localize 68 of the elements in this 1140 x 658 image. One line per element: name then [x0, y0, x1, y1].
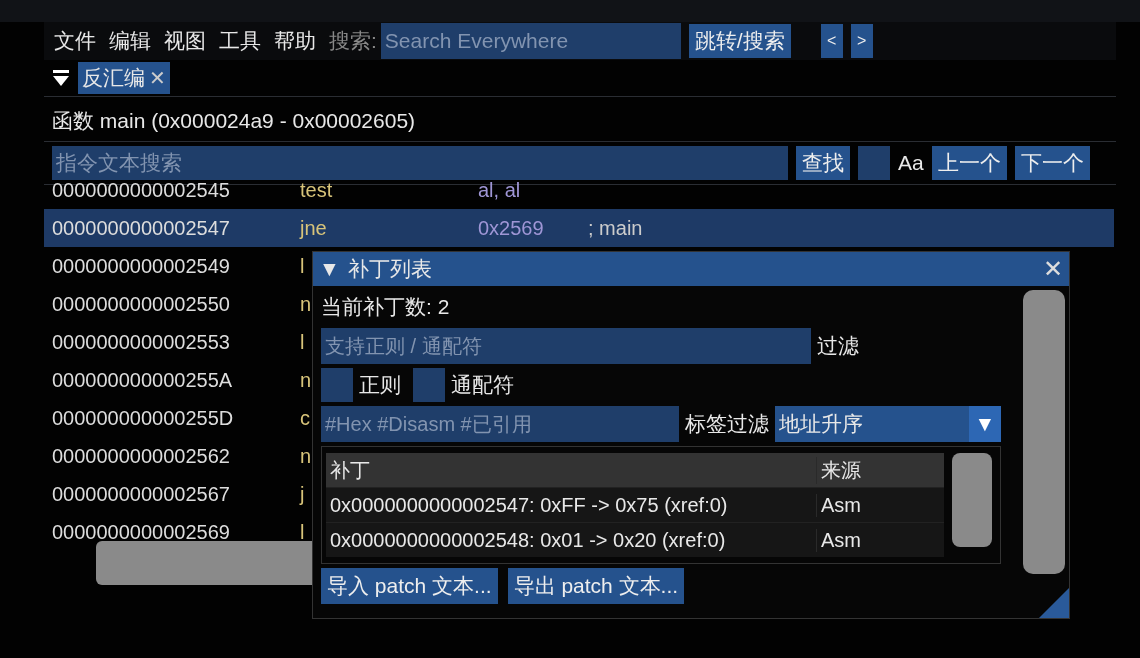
search-field[interactable]: Search Everywhere — [380, 23, 681, 59]
menu-item[interactable]: 工具 — [219, 27, 261, 55]
back-button[interactable]: < — [820, 24, 843, 58]
operand: 0x2569 — [478, 216, 545, 240]
jump-search-button[interactable]: 跳转/搜索 — [688, 24, 791, 58]
column-header: 补丁 — [329, 457, 371, 483]
tab[interactable]: 反汇编 ✕ — [78, 62, 170, 94]
collapse-icon[interactable]: ▼ — [319, 257, 340, 281]
checkbox[interactable] — [321, 368, 353, 402]
menu-item[interactable]: 编辑 — [109, 27, 151, 55]
find-button[interactable]: 查找 — [796, 146, 850, 180]
mnemonic: n — [300, 292, 312, 316]
mnemonic: j — [300, 482, 305, 506]
table-cell-text: 0x0000000000002547: 0xFF -> 0x75 (xref:0) — [329, 493, 729, 517]
table-cell-text: 0x0000000000002548: 0x01 -> 0x20 (xref:0) — [329, 528, 727, 552]
checkbox-label: 通配符 — [451, 372, 514, 398]
address: 0000000000002567 — [52, 482, 231, 506]
forward-button[interactable]: > — [850, 24, 873, 58]
dialog-title: 补丁列表 — [347, 256, 433, 282]
address: 0000000000002562 — [52, 444, 231, 468]
mnemonic: n — [300, 444, 312, 468]
address: 0000000000002553 — [52, 330, 231, 354]
address: 0000000000002550 — [52, 292, 231, 316]
menu-item[interactable]: 文件 — [54, 27, 96, 55]
sort-dropdown[interactable]: 地址升序 ▼ — [775, 406, 1001, 442]
match-case-checkbox[interactable] — [858, 146, 890, 180]
mnemonic: jne — [300, 216, 328, 240]
address: 0000000000002569 — [52, 520, 231, 541]
patch-count: 当前补丁数: 2 — [321, 294, 451, 320]
previous-button[interactable]: 上一个 — [931, 146, 1007, 180]
function-header: 函数 main (0x000024a9 - 0x00002605) — [44, 97, 1116, 142]
checkbox-label: 正则 — [359, 372, 401, 398]
filter-label: 过滤 — [817, 333, 859, 359]
resize-grip-icon[interactable] — [1039, 588, 1069, 618]
menu-item[interactable]: 视图 — [164, 27, 206, 55]
address: 0000000000002547 — [52, 216, 231, 240]
patch-text-button[interactable]: 导入 patch 文本... — [321, 568, 498, 604]
mnemonic: l — [300, 330, 305, 354]
match-case-label: Aa — [898, 151, 924, 175]
mnemonic: c — [300, 406, 310, 430]
next-button[interactable]: 下一个 — [1014, 146, 1090, 180]
table-cell: Asm — [816, 493, 944, 517]
mnemonic: test — [300, 178, 334, 202]
search-label: 搜索: — [329, 28, 377, 54]
operand: al, al — [478, 178, 522, 202]
checkbox[interactable] — [413, 368, 445, 402]
scrollbar-thumb[interactable] — [952, 453, 992, 547]
menu-item[interactable]: 帮助 — [274, 27, 316, 55]
scrollbar-thumb[interactable] — [1023, 290, 1065, 574]
comment: ; main — [588, 216, 643, 240]
filter-field[interactable]: 支持正则 / 通配符 — [321, 328, 811, 364]
column-header: 来源 — [816, 456, 944, 484]
close-icon[interactable]: ✕ — [1043, 255, 1063, 283]
address: 0000000000002545 — [52, 178, 231, 202]
mnemonic: l — [300, 254, 305, 278]
table-cell: Asm — [816, 528, 944, 552]
selected-row[interactable]: 0000000000002547 jne 0x2569 ; main — [44, 209, 1114, 247]
patch-text-button[interactable]: 导出 patch 文本... — [507, 568, 685, 604]
mnemonic: n — [300, 368, 312, 392]
tab-menu-icon[interactable] — [52, 69, 70, 87]
close-icon[interactable]: ✕ — [149, 66, 166, 90]
address: 0000000000002549 — [52, 254, 231, 278]
address: 000000000000255D — [52, 406, 235, 430]
tag-filter-field[interactable]: #Hex #Disasm #已引用 — [321, 406, 679, 442]
instruction-search-field[interactable]: 指令文本搜索 — [52, 146, 788, 180]
tag-filter-label: 标签过滤 — [685, 411, 769, 437]
mnemonic: l — [300, 520, 305, 541]
address: 000000000000255A — [52, 368, 234, 392]
